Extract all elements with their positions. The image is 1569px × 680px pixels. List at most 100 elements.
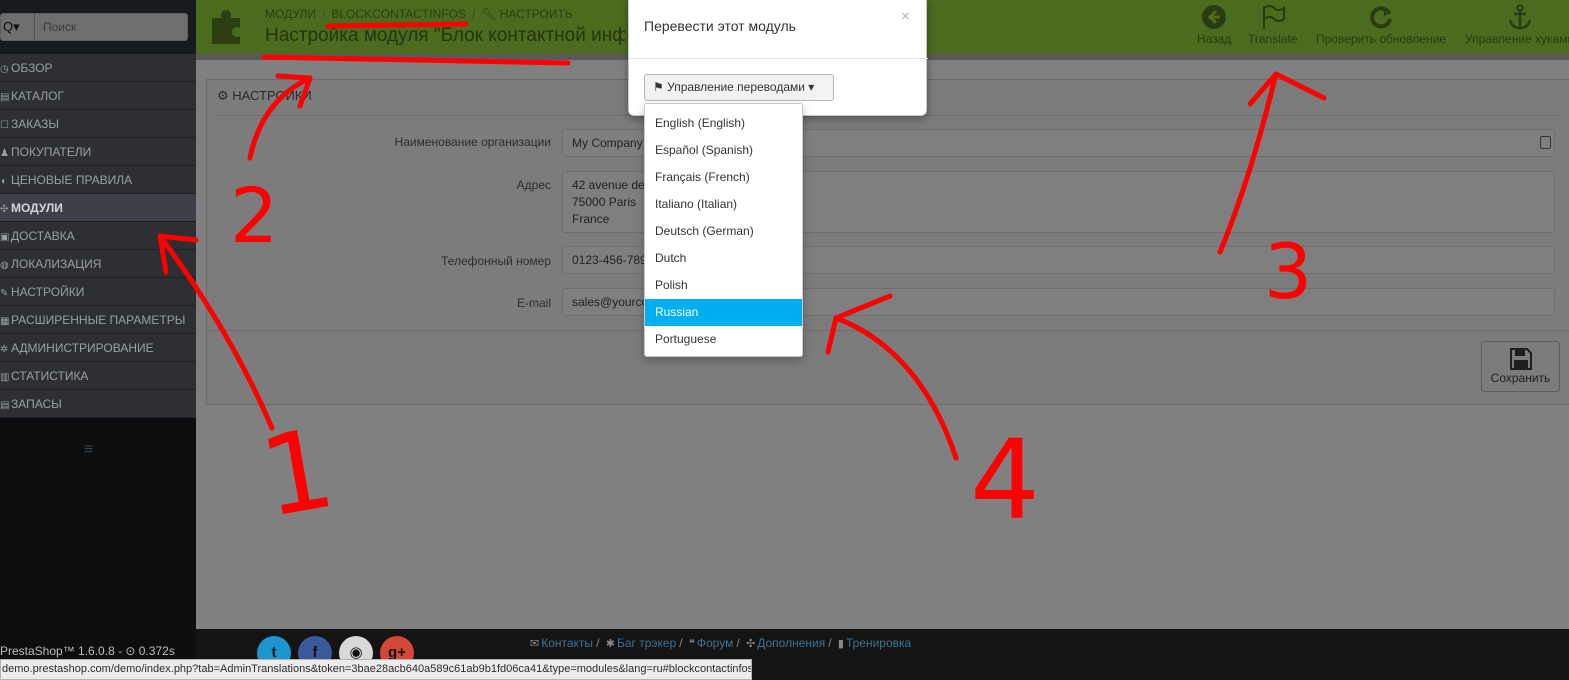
footer-link-training[interactable]: Тренировка	[846, 636, 911, 650]
sidebar-item-customers[interactable]: ♟ ПОКУПАТЕЛИ	[0, 138, 196, 166]
floppy-disk-icon	[1509, 348, 1532, 370]
arrow-left-circle-icon	[1202, 5, 1227, 29]
footer-link-addons[interactable]: Дополнения	[757, 636, 825, 650]
annotation-number-4: 4	[970, 416, 1040, 544]
sidebar-item-label: АДМИНИСТРИРОВАНИЕ	[11, 341, 154, 355]
manage-hooks-button[interactable]: Управление хуками	[1465, 4, 1569, 46]
check-update-label: Проверить обновление	[1316, 32, 1446, 46]
save-label: Сохранить	[1490, 371, 1551, 385]
translate-button[interactable]: Translate	[1248, 4, 1298, 46]
price-rules-icon: ◖	[0, 176, 7, 187]
search-input[interactable]	[37, 14, 187, 40]
envelope-icon: ✉	[530, 638, 540, 650]
email-label: E-mail	[516, 296, 551, 310]
dropdown-label: Управление переводами	[667, 80, 805, 94]
customers-icon: ♟	[0, 148, 9, 159]
sidebar-item-label: ПОКУПАТЕЛИ	[11, 145, 92, 159]
language-option-english[interactable]: English (English)	[645, 110, 802, 137]
check-update-button[interactable]: Проверить обновление	[1316, 4, 1446, 46]
book-icon: ▮	[837, 638, 844, 650]
sidebar-item-settings[interactable]: ✎ НАСТРОЙКИ	[0, 278, 196, 306]
sidebar-item-label: ЗАКАЗЫ	[11, 117, 59, 131]
advanced-icon: ▦	[0, 316, 10, 327]
flag-icon: ⚑	[653, 80, 664, 94]
refresh-icon	[1370, 6, 1392, 29]
language-option-italian[interactable]: Italiano (Italian)	[645, 191, 802, 218]
search-area: Q▾	[0, 0, 196, 54]
puzzle-icon	[212, 10, 240, 44]
sidebar-item-advanced[interactable]: ▦ РАСШИРЕННЫЕ ПАРАМЕТРЫ	[0, 306, 196, 334]
breadcrumb-module-name[interactable]: BLOCKCONTACTINFOS	[331, 7, 465, 21]
language-option-portuguese[interactable]: Portuguese	[645, 326, 802, 353]
language-option-french[interactable]: Français (French)	[645, 164, 802, 191]
sidebar-item-catalog[interactable]: ▤ КАТАЛОГ	[0, 82, 196, 110]
localization-icon: ◍	[0, 260, 9, 271]
search-box: Q▾	[0, 13, 188, 41]
footer-link-bugtracker[interactable]: Баг трэкер	[617, 636, 676, 650]
language-option-polish[interactable]: Polish	[645, 272, 802, 299]
breadcrumb: МОДУЛИ / BLOCKCONTACTINFOS / 🔧︎ НАСТРОИТЬ	[265, 7, 573, 21]
manage-translations-dropdown[interactable]: ⚑ Управление переводами ▾	[644, 74, 834, 101]
sidebar-menu: ◷ ОБЗОР ▤ КАТАЛОГ ☐ ЗАКАЗЫ ♟ ПОКУПАТЕЛИ ◖ ЦЕН…	[0, 54, 196, 418]
footer-version: PrestaShop™ 1.6.0.8 - ⊙ 0.372s	[0, 644, 175, 658]
wrench-icon: 🔧︎	[481, 7, 497, 21]
stats-icon: ▥	[0, 372, 10, 383]
sidebar-item-label: ДОСТАВКА	[11, 229, 75, 243]
puzzle-small-icon: ✣	[746, 638, 756, 650]
catalog-icon: ▤	[0, 92, 10, 103]
sidebar-item-label: ЛОКАЛИЗАЦИЯ	[11, 257, 102, 271]
footer-link-forum[interactable]: Форум	[697, 636, 733, 650]
modules-icon: ✣	[0, 204, 9, 215]
close-icon[interactable]: ×	[901, 8, 910, 25]
language-menu: English (English) Español (Spanish) Fran…	[644, 103, 803, 357]
translate-modal: Перевести этот модуль × ⚑ Управление пер…	[628, 0, 928, 116]
sidebar-item-localization[interactable]: ◍ ЛОКАЛИЗАЦИЯ	[0, 250, 196, 278]
anchor-icon	[1508, 4, 1532, 30]
sidebar-item-label: КАТАЛОГ	[11, 89, 64, 103]
panel-heading: ⚙ НАСТРОЙКИ	[217, 88, 312, 104]
sidebar-item-modules[interactable]: ✣ МОДУЛИ	[0, 194, 196, 222]
collapse-menu-icon[interactable]: ≡	[84, 441, 93, 459]
back-button[interactable]: Назад	[1197, 4, 1231, 46]
page-title: Настройка модуля "Блок контактной информ…	[265, 25, 625, 46]
language-option-spanish[interactable]: Español (Spanish)	[645, 137, 802, 164]
comments-icon: ❝	[688, 638, 695, 650]
sidebar-item-stock[interactable]: ▤ ЗАПАСЫ	[0, 390, 196, 418]
save-button[interactable]: Сохранить	[1481, 341, 1560, 392]
flag-icon	[1262, 5, 1285, 29]
orders-icon: ☐	[0, 120, 9, 131]
language-option-dutch[interactable]: Dutch	[645, 245, 802, 272]
sidebar-item-shipping[interactable]: ▣ ДОСТАВКА	[0, 222, 196, 250]
breadcrumb-modules[interactable]: МОДУЛИ	[265, 7, 316, 21]
back-label: Назад	[1197, 32, 1232, 46]
dashboard-icon: ◷	[0, 64, 9, 75]
sidebar-item-label: РАСШИРЕННЫЕ ПАРАМЕТРЫ	[11, 313, 186, 327]
phone-label: Телефонный номер	[441, 254, 551, 268]
admin-icon: ✲	[0, 344, 9, 355]
sidebar-item-label: НАСТРОЙКИ	[11, 285, 85, 299]
sidebar-item-stats[interactable]: ▥ СТАТИСТИКА	[0, 362, 196, 390]
sidebar-item-price-rules[interactable]: ◖ ЦЕНОВЫЕ ПРАВИЛА	[0, 166, 196, 194]
sidebar-item-label: МОДУЛИ	[11, 201, 63, 215]
footer-link-contacts[interactable]: Контакты	[541, 636, 593, 650]
breadcrumb-configure: НАСТРОИТЬ	[499, 7, 573, 21]
modal-title: Перевести этот модуль	[644, 18, 796, 34]
manage-hooks-label: Управление хуками	[1465, 32, 1569, 46]
settings-icon: ✎	[0, 288, 9, 299]
cogs-icon: ⚙	[217, 88, 229, 103]
sidebar-item-dashboard[interactable]: ◷ ОБЗОР	[0, 54, 196, 82]
browser-status-url: demo.prestashop.com/demo/index.php?tab=A…	[0, 659, 752, 680]
shipping-icon: ▣	[0, 232, 10, 243]
sidebar-item-orders[interactable]: ☐ ЗАКАЗЫ	[0, 110, 196, 138]
modal-divider	[629, 58, 928, 59]
sidebar-item-admin[interactable]: ✲ АДМИНИСТРИРОВАНИЕ	[0, 334, 196, 362]
footer-links: ✉ Контакты / ✱ Баг трэкер / ❝ Форум / ✣ Дополне…	[530, 636, 912, 650]
search-icon[interactable]: Q▾	[1, 14, 35, 40]
translate-label: Translate	[1248, 32, 1298, 46]
language-option-german[interactable]: Deutsch (German)	[645, 218, 802, 245]
settings-panel: ⚙ НАСТРОЙКИ Наименование организации My …	[206, 79, 1569, 405]
sidebar-item-label: СТАТИСТИКА	[11, 369, 89, 383]
sidebar: Q▾ ◷ОБЗОР ▤КАТАЛОГ ☐ЗАКАЗЫ ♟ПОКУПАТЕЛИ ◖…	[0, 0, 196, 680]
language-option-russian[interactable]: Russian	[645, 299, 802, 326]
sidebar-item-label: ЗАПАСЫ	[11, 397, 62, 411]
